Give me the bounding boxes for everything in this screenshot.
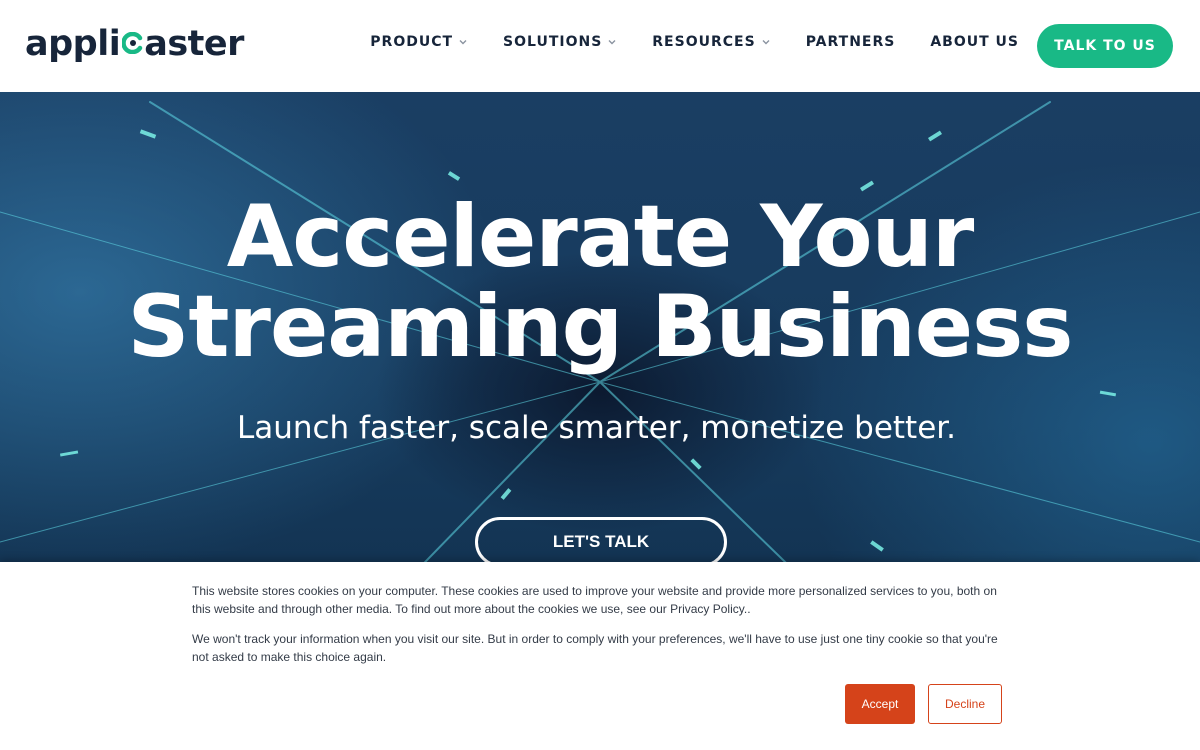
decline-button[interactable]: Decline [928,684,1002,724]
site-header: appli aster PRODUCT SOLUTIONS RESOURCES … [0,0,1200,92]
lets-talk-button[interactable]: LET'S TALK [475,517,727,567]
applicaster-logo[interactable]: appli aster [25,22,244,66]
hero-title-line-1: Accelerate Your [226,187,975,287]
hero-subtitle: Launch faster, scale smarter, monetize b… [236,410,957,446]
nav-about-us[interactable]: ABOUT US [930,34,1019,50]
main-nav: PRODUCT SOLUTIONS RESOURCES PARTNERS ABO… [370,34,1019,50]
cookie-text-2: We won't track your information when you… [192,632,998,664]
nav-product-label: PRODUCT [370,34,454,50]
hero-title: Accelerate Your Streaming Business [0,192,1200,372]
nav-partners[interactable]: PARTNERS [806,34,896,50]
logo-c-icon [122,32,143,54]
logo-text-left: appli [25,24,121,64]
nav-partners-label: PARTNERS [805,34,896,50]
cookie-banner: This website stores cookies on your comp… [0,562,1200,750]
logo-text-right: aster [144,24,244,64]
chevron-down-icon [459,40,467,45]
chevron-down-icon [762,40,770,45]
cookie-text-1: This website stores cookies on your comp… [192,584,997,616]
accept-button[interactable]: Accept [845,684,915,724]
nav-resources[interactable]: RESOURCES [652,34,770,50]
nav-resources-label: RESOURCES [652,34,756,50]
nav-about-us-label: ABOUT US [930,34,1019,50]
nav-solutions[interactable]: SOLUTIONS [503,34,617,50]
hero-title-line-2: Streaming Business [127,277,1073,377]
talk-to-us-button[interactable]: TALK TO US [1037,24,1173,68]
nav-solutions-label: SOLUTIONS [503,34,603,50]
nav-product[interactable]: PRODUCT [370,34,468,50]
chevron-down-icon [608,40,616,45]
